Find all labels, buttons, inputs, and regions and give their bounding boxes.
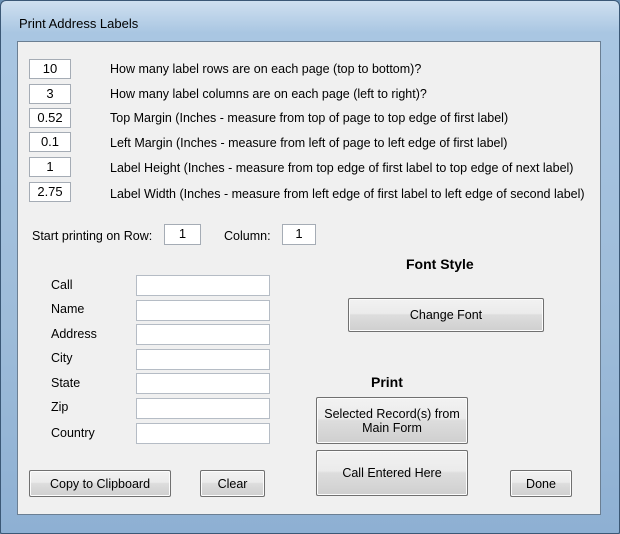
print-selected-records-button[interactable]: Selected Record(s) from Main Form [316, 397, 468, 444]
label-width-input[interactable]: 2.75 [29, 182, 71, 202]
top-margin-input[interactable]: 0.52 [29, 108, 71, 128]
dialog-window: Print Address Labels 10 How many label r… [0, 0, 620, 534]
print-call-entered-button[interactable]: Call Entered Here [316, 450, 468, 496]
top-margin-label: Top Margin (Inches - measure from top of… [110, 111, 509, 125]
start-row-label: Start printing on Row: [32, 229, 153, 243]
left-margin-input[interactable]: 0.1 [29, 132, 71, 152]
label-width-label: Label Width (Inches - measure from left … [110, 187, 585, 201]
window-title: Print Address Labels [19, 16, 139, 31]
start-column-label: Column: [224, 229, 271, 243]
city-input[interactable] [136, 349, 270, 370]
left-margin-label: Left Margin (Inches - measure from left … [110, 136, 508, 150]
address-input[interactable] [136, 324, 270, 345]
rows-per-page-input[interactable]: 10 [29, 59, 71, 79]
change-font-button[interactable]: Change Font [348, 298, 544, 332]
zip-label: Zip [51, 400, 69, 414]
title-bar[interactable]: Print Address Labels [1, 1, 619, 41]
call-label: Call [51, 278, 73, 292]
rows-per-page-label: How many label rows are on each page (to… [110, 62, 422, 76]
state-input[interactable] [136, 373, 270, 394]
done-button[interactable]: Done [510, 470, 572, 497]
country-label: Country [51, 426, 95, 440]
print-selected-records-line1: Selected Record(s) from [324, 406, 460, 421]
print-selected-records-line2: Main Form [362, 420, 422, 435]
label-height-label: Label Height (Inches - measure from top … [110, 161, 574, 175]
name-input[interactable] [136, 300, 270, 321]
name-label: Name [51, 302, 85, 316]
address-label: Address [51, 327, 97, 341]
city-label: City [51, 351, 73, 365]
print-heading: Print [371, 374, 403, 390]
copy-to-clipboard-button[interactable]: Copy to Clipboard [29, 470, 171, 497]
country-input[interactable] [136, 423, 270, 444]
font-style-heading: Font Style [406, 256, 474, 272]
clear-button[interactable]: Clear [200, 470, 265, 497]
zip-input[interactable] [136, 398, 270, 419]
label-height-input[interactable]: 1 [29, 157, 71, 177]
dialog-content: 10 How many label rows are on each page … [17, 41, 601, 515]
call-input[interactable] [136, 275, 270, 296]
start-column-input[interactable]: 1 [282, 224, 316, 245]
columns-per-page-input[interactable]: 3 [29, 84, 71, 104]
state-label: State [51, 376, 81, 390]
start-row-input[interactable]: 1 [164, 224, 201, 245]
columns-per-page-label: How many label columns are on each page … [110, 87, 427, 101]
